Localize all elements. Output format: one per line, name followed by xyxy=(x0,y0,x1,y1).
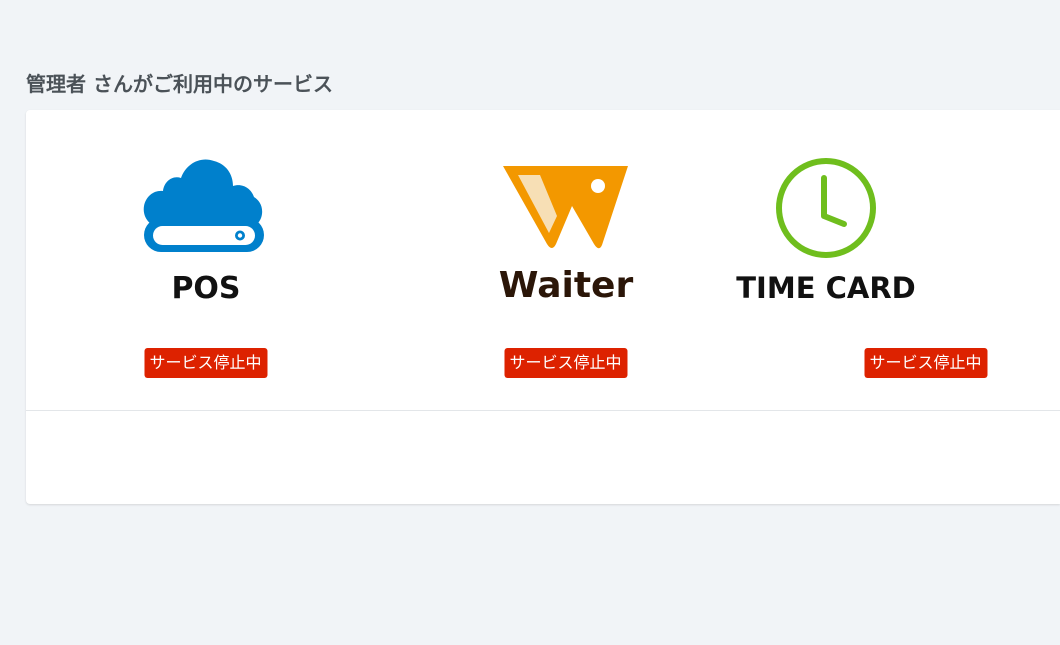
service-pos[interactable]: POS サービス停止中 xyxy=(56,110,356,410)
clock-icon: TIME CARD xyxy=(736,158,916,305)
status-badge: サービス停止中 xyxy=(144,348,268,378)
pos-logo: POS xyxy=(56,150,356,310)
service-timecard[interactable]: TIME CARD サービス停止中 xyxy=(736,110,1060,410)
cloud-drive-icon: POS xyxy=(143,159,264,306)
page-title: 管理者 さんがご利用中のサービス xyxy=(26,72,333,96)
waiter-w-icon: Waiter xyxy=(499,166,634,306)
timecard-logo: TIME CARD xyxy=(736,150,1060,310)
waiter-logo-text: Waiter xyxy=(499,265,634,306)
waiter-logo: Waiter xyxy=(416,150,716,310)
services-list: POS サービス停止中 Waiter サービス停止中 TIME CARD サービ… xyxy=(26,110,1060,410)
service-waiter[interactable]: Waiter サービス停止中 xyxy=(416,110,716,410)
status-badge: サービス停止中 xyxy=(504,348,628,378)
status-badge: サービス停止中 xyxy=(864,348,988,378)
pos-logo-text: POS xyxy=(171,271,240,306)
card-footer xyxy=(26,411,1060,504)
timecard-logo-text: TIME CARD xyxy=(736,271,915,305)
services-card: POS サービス停止中 Waiter サービス停止中 TIME CARD サービ… xyxy=(26,110,1060,504)
